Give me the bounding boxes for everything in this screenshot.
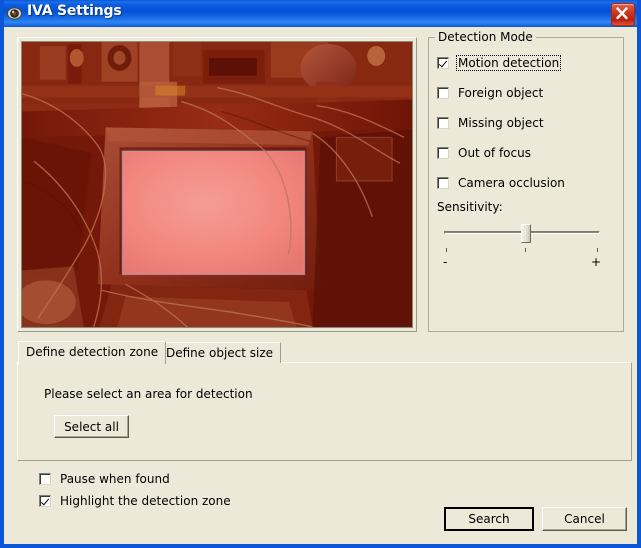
video-preview-frame: [17, 37, 417, 332]
checkbox-foreign-object[interactable]: Foreign object: [437, 85, 545, 101]
sensitivity-max-label: +: [591, 255, 602, 269]
checkbox-foreign-object-label: Foreign object: [458, 86, 544, 100]
sensitivity-slider-thumb[interactable]: [521, 224, 531, 243]
checkbox-motion-detection-label: Motion detection: [456, 55, 562, 71]
tab-define-object-size[interactable]: Define object size: [158, 342, 282, 363]
checkbox-camera-occlusion-label: Camera occlusion: [458, 176, 565, 190]
checkbox-out-of-focus-label: Out of focus: [458, 146, 531, 160]
checkbox-camera-occlusion-box[interactable]: [437, 177, 449, 189]
video-preview[interactable]: [21, 41, 413, 328]
sensitivity-tick-max: [597, 248, 598, 252]
checkbox-motion-detection-box[interactable]: [437, 57, 449, 69]
checkbox-foreign-object-box[interactable]: [437, 87, 449, 99]
checkbox-motion-detection[interactable]: Motion detection: [437, 55, 562, 71]
detection-mode-title: Detection Mode: [435, 30, 536, 44]
checkbox-missing-object-label: Missing object: [458, 116, 544, 130]
iva-settings-window: IVA Settings Detection Mode Motion detec…: [0, 0, 641, 548]
checkbox-highlight-detection-zone-label: Highlight the detection zone: [60, 494, 231, 508]
checkbox-out-of-focus[interactable]: Out of focus: [437, 145, 533, 161]
checkbox-missing-object[interactable]: Missing object: [437, 115, 546, 131]
video-preview-image: [22, 42, 412, 327]
sensitivity-min-label: -: [443, 255, 448, 269]
sensitivity-slider[interactable]: - +: [442, 222, 602, 269]
panel-instruction: Please select an area for detection: [44, 387, 253, 401]
cancel-button[interactable]: Cancel: [542, 507, 627, 531]
search-button[interactable]: Search: [444, 507, 534, 531]
checkbox-camera-occlusion[interactable]: Camera occlusion: [437, 175, 567, 191]
sensitivity-tick-min: [446, 248, 447, 252]
close-icon[interactable]: [611, 3, 635, 26]
checkbox-out-of-focus-box[interactable]: [437, 147, 449, 159]
camera-lens-icon: [7, 6, 22, 21]
sensitivity-label: Sensitivity:: [437, 200, 503, 214]
checkbox-highlight-detection-zone-box[interactable]: [39, 495, 51, 507]
checkbox-pause-when-found-box[interactable]: [39, 473, 51, 485]
checkbox-missing-object-box[interactable]: [437, 117, 449, 129]
title-bar[interactable]: IVA Settings: [4, 0, 637, 27]
sensitivity-tick-mid: [525, 248, 526, 252]
window-title: IVA Settings: [27, 3, 122, 19]
tab-panel: Please select an area for detection Sele…: [17, 362, 632, 461]
checkbox-pause-when-found-label: Pause when found: [60, 472, 170, 486]
select-all-button[interactable]: Select all: [54, 415, 129, 438]
tab-define-detection-zone[interactable]: Define detection zone: [18, 341, 167, 364]
checkbox-highlight-detection-zone[interactable]: Highlight the detection zone: [39, 493, 233, 509]
checkbox-pause-when-found[interactable]: Pause when found: [39, 471, 172, 487]
